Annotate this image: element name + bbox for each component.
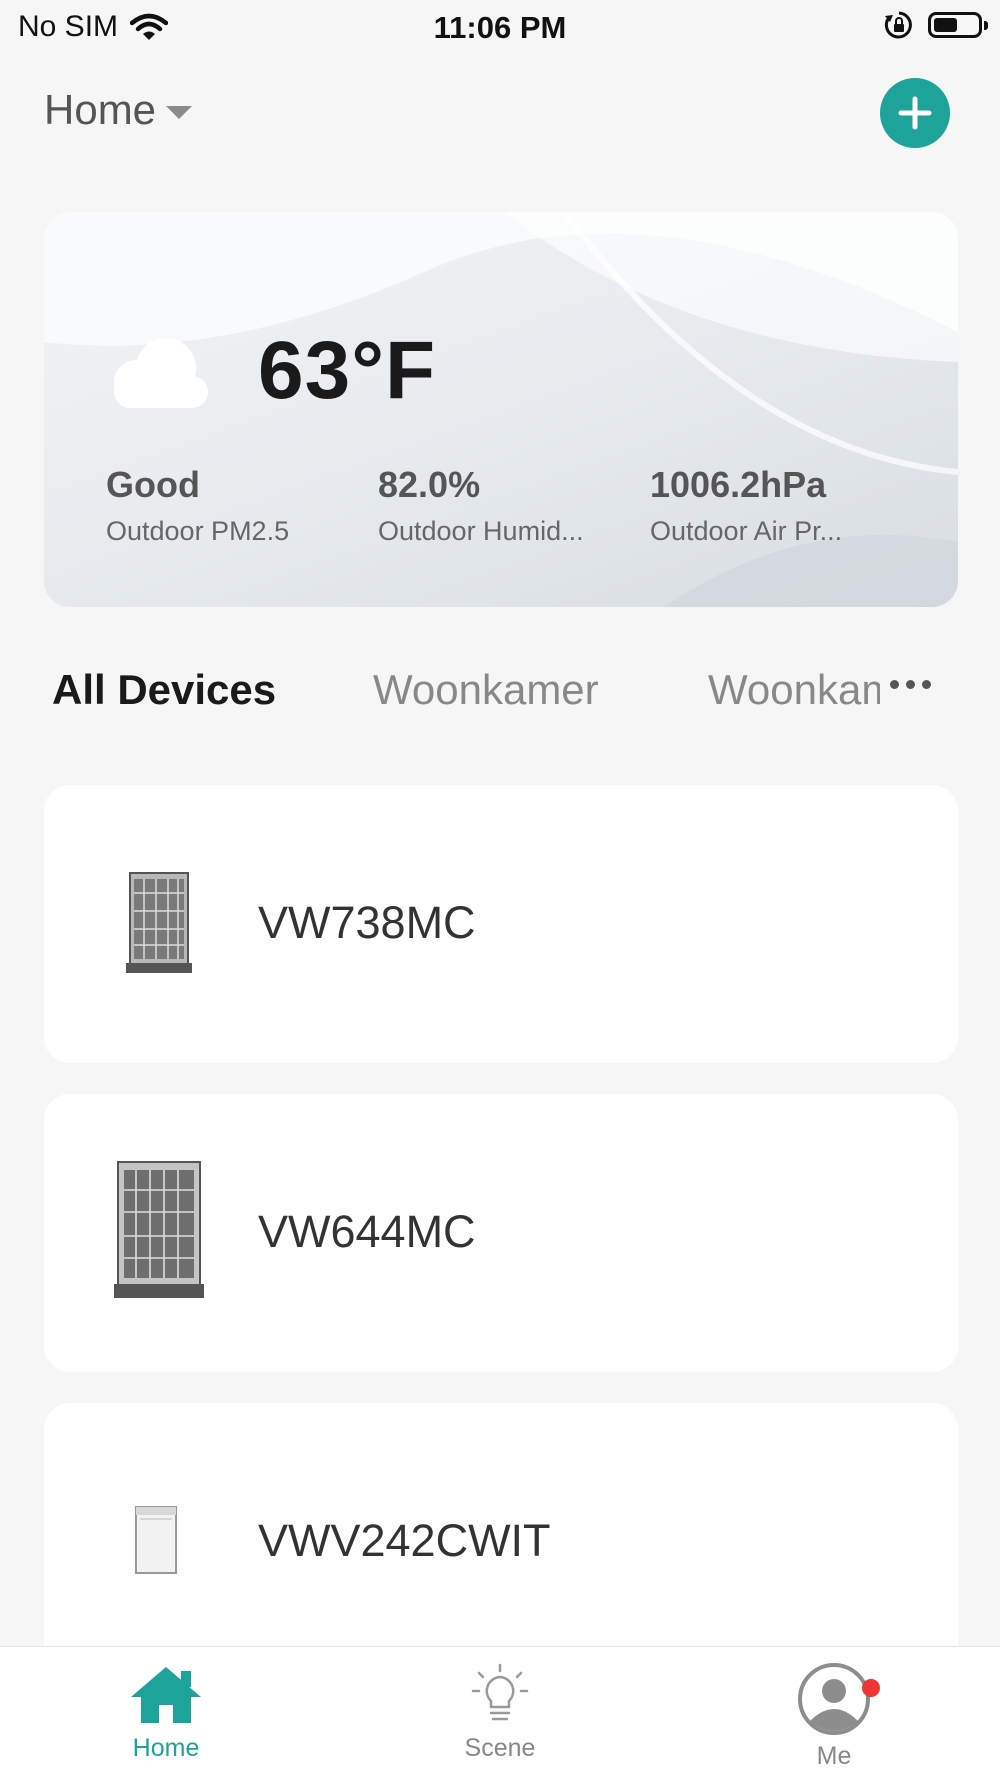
metric-air-pressure: 1006.2hPa Outdoor Air Pr... bbox=[650, 464, 900, 547]
metric-humidity: 82.0% Outdoor Humid... bbox=[378, 464, 628, 547]
metric-value: 82.0% bbox=[378, 464, 481, 505]
battery-icon bbox=[928, 12, 988, 38]
device-card[interactable]: VW644MC bbox=[44, 1094, 958, 1372]
home-selector[interactable]: Home bbox=[44, 86, 193, 134]
room-tabs: All Devices Woonkamer Woonkamer bbox=[0, 666, 1000, 726]
home-icon bbox=[131, 1667, 201, 1723]
cloud-icon bbox=[114, 338, 208, 408]
rotation-lock-icon bbox=[884, 11, 912, 39]
metric-label: Outdoor Humid... bbox=[378, 516, 584, 546]
tabbar-label: Scene bbox=[464, 1734, 536, 1762]
more-rooms-icon[interactable] bbox=[890, 680, 931, 689]
device-name: VW644MC bbox=[258, 1206, 476, 1257]
dot bbox=[922, 680, 931, 689]
dishwasher-icon bbox=[126, 872, 192, 973]
tab-all-devices[interactable]: All Devices bbox=[52, 666, 276, 714]
caret-down-icon bbox=[166, 105, 193, 119]
tab-woonkamer-2[interactable]: Woonkamer bbox=[708, 666, 880, 714]
device-card[interactable]: VW738MC bbox=[44, 785, 958, 1063]
tab-woonkamer[interactable]: Woonkamer bbox=[373, 666, 599, 714]
device-name: VWV242CWIT bbox=[258, 1515, 551, 1566]
metric-value: 1006.2hPa bbox=[650, 464, 827, 505]
tab-woonkamer-2-clip: Woonkamer bbox=[708, 666, 880, 714]
bottom-tab-bar: Home Scene Me bbox=[0, 1646, 1000, 1779]
metric-pm25: Good Outdoor PM2.5 bbox=[106, 464, 356, 547]
dot bbox=[890, 680, 899, 689]
tabbar-label: Home bbox=[132, 1734, 200, 1762]
status-right bbox=[884, 10, 988, 40]
metric-value: Good bbox=[106, 464, 200, 505]
metric-label: Outdoor PM2.5 bbox=[106, 516, 290, 546]
status-bar: No SIM 11:06 PM bbox=[0, 0, 1000, 56]
notification-dot bbox=[862, 1679, 880, 1697]
tabbar-home[interactable]: Home bbox=[66, 1663, 266, 1763]
tabbar-me[interactable]: Me bbox=[734, 1663, 934, 1771]
device-card[interactable]: VWV242CWIT bbox=[44, 1403, 958, 1681]
dishwasher-icon bbox=[114, 1161, 204, 1298]
metric-label: Outdoor Air Pr... bbox=[650, 516, 843, 546]
tabbar-label: Me bbox=[816, 1742, 852, 1770]
tabbar-scene[interactable]: Scene bbox=[400, 1663, 600, 1763]
weather-card[interactable]: 63°F Good Outdoor PM2.5 82.0% Outdoor Hu… bbox=[44, 212, 958, 607]
battery-fill bbox=[934, 18, 957, 32]
status-time: 11:06 PM bbox=[433, 10, 567, 45]
lightbulb-icon bbox=[471, 1663, 529, 1721]
dot bbox=[906, 680, 915, 689]
device-name: VW738MC bbox=[258, 897, 476, 948]
home-title: Home bbox=[44, 86, 157, 133]
temperature-value: 63°F bbox=[258, 325, 437, 416]
plus-icon bbox=[898, 96, 932, 130]
add-device-button[interactable] bbox=[880, 78, 950, 148]
dishwasher-icon bbox=[135, 1506, 177, 1574]
user-icon bbox=[798, 1663, 870, 1735]
